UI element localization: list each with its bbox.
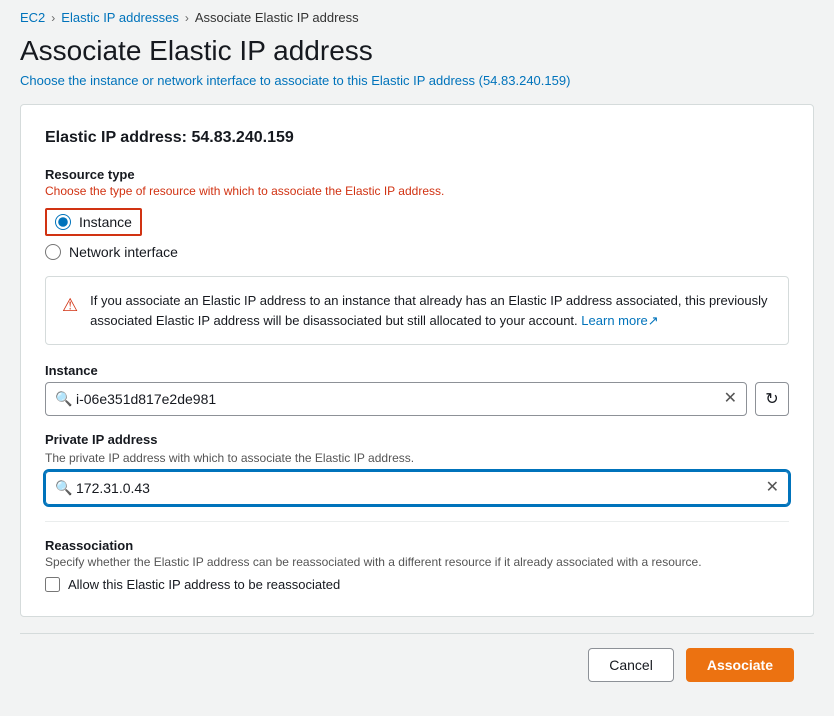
warning-text: If you associate an Elastic IP address t… bbox=[90, 291, 772, 330]
refresh-icon: ↻ bbox=[765, 389, 778, 409]
instance-search-icon: 🔍 bbox=[55, 391, 72, 408]
private-ip-field-group: Private IP address The private IP addres… bbox=[45, 432, 789, 505]
page-content: Associate Elastic IP address Choose the … bbox=[0, 35, 834, 716]
radio-network-interface-input[interactable] bbox=[45, 244, 61, 260]
main-card: Elastic IP address: 54.83.240.159 Resour… bbox=[20, 104, 814, 617]
radio-group: Instance Network interface bbox=[45, 208, 789, 260]
page-subtitle: Choose the instance or network interface… bbox=[20, 73, 814, 88]
breadcrumb-sep-1: › bbox=[51, 11, 55, 25]
private-ip-search-icon: 🔍 bbox=[55, 480, 72, 497]
breadcrumb-ec2[interactable]: EC2 bbox=[20, 10, 45, 25]
instance-clear-button[interactable]: ✕ bbox=[722, 391, 739, 407]
reassociation-section: Reassociation Specify whether the Elasti… bbox=[45, 538, 789, 592]
warning-icon: ⚠ bbox=[62, 292, 78, 319]
radio-network-interface-label: Network interface bbox=[69, 244, 178, 260]
instance-refresh-button[interactable]: ↻ bbox=[755, 382, 789, 416]
instance-field-group: Instance 🔍 ✕ ↻ bbox=[45, 363, 789, 416]
reassociation-checkbox[interactable] bbox=[45, 577, 60, 592]
cancel-button[interactable]: Cancel bbox=[588, 648, 674, 682]
instance-input-wrapper: 🔍 ✕ bbox=[45, 382, 747, 416]
warning-box: ⚠ If you associate an Elastic IP address… bbox=[45, 276, 789, 345]
section-divider bbox=[45, 521, 789, 522]
private-ip-clear-button[interactable]: ✕ bbox=[764, 480, 781, 496]
resource-type-section: Resource type Choose the type of resourc… bbox=[45, 167, 789, 260]
radio-instance[interactable]: Instance bbox=[45, 208, 142, 236]
card-title: Elastic IP address: 54.83.240.159 bbox=[45, 129, 789, 147]
breadcrumb: EC2 › Elastic IP addresses › Associate E… bbox=[0, 0, 834, 35]
radio-instance-input[interactable] bbox=[55, 214, 71, 230]
reassociation-checkbox-row[interactable]: Allow this Elastic IP address to be reas… bbox=[45, 577, 789, 592]
instance-input-row: 🔍 ✕ ↻ bbox=[45, 382, 789, 416]
private-ip-input-wrapper: 🔍 ✕ bbox=[45, 471, 789, 505]
radio-network-interface[interactable]: Network interface bbox=[45, 244, 789, 260]
page-title: Associate Elastic IP address bbox=[20, 35, 814, 67]
associate-button[interactable]: Associate bbox=[686, 648, 794, 682]
resource-type-label: Resource type bbox=[45, 167, 789, 182]
resource-type-desc: Choose the type of resource with which t… bbox=[45, 184, 789, 198]
breadcrumb-sep-2: › bbox=[185, 11, 189, 25]
private-ip-desc: The private IP address with which to ass… bbox=[45, 451, 789, 465]
learn-more-link[interactable]: Learn more↗ bbox=[581, 313, 658, 328]
instance-search-input[interactable] bbox=[45, 382, 747, 416]
reassociation-checkbox-label: Allow this Elastic IP address to be reas… bbox=[68, 577, 340, 592]
private-ip-label: Private IP address bbox=[45, 432, 789, 447]
breadcrumb-current: Associate Elastic IP address bbox=[195, 10, 359, 25]
instance-field-label: Instance bbox=[45, 363, 789, 378]
reassociation-desc: Specify whether the Elastic IP address c… bbox=[45, 555, 789, 569]
private-ip-search-input[interactable] bbox=[45, 471, 789, 505]
footer-bar: Cancel Associate bbox=[20, 633, 814, 696]
breadcrumb-elastic-ip[interactable]: Elastic IP addresses bbox=[61, 10, 179, 25]
radio-instance-label: Instance bbox=[79, 214, 132, 230]
reassociation-title: Reassociation bbox=[45, 538, 789, 553]
